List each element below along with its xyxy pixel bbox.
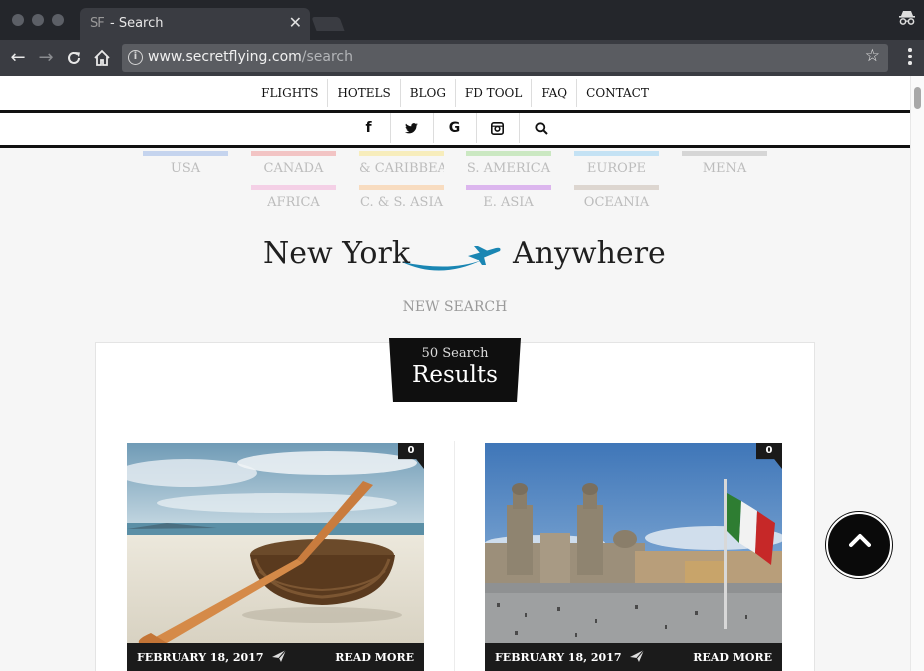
page-content: FLIGHTS HOTELS BLOG FD TOOL FAQ CONTACT f G U… (0, 76, 910, 671)
scroll-to-top-button[interactable] (826, 512, 892, 578)
results-count: 50 Search (421, 346, 489, 361)
nav-contact[interactable]: CONTACT (577, 79, 658, 107)
tab-close-icon[interactable]: ✕ (289, 13, 302, 32)
airplane-swoosh-icon (402, 246, 501, 271)
share-plane-icon[interactable] (272, 649, 287, 666)
region-caribbean[interactable]: & CARIBBEAN (359, 151, 444, 176)
card-footer: FEBRUARY 18, 2017 READ MORE (485, 643, 782, 671)
browser-toolbar: ← → i www.secretflying.com/search ☆ (0, 40, 924, 76)
route-origin: New York (263, 236, 410, 271)
back-arrow-icon[interactable]: ← (6, 46, 30, 70)
region-south-america[interactable]: S. AMERICA (466, 151, 551, 176)
region-africa[interactable]: AFRICA (251, 185, 336, 210)
region-central-south-asia[interactable]: C. & S. ASIA (359, 185, 444, 210)
basket-boat-beach-image[interactable] (127, 443, 424, 643)
google-icon[interactable]: G (434, 113, 477, 143)
route-heading: New York Anywhere (0, 236, 910, 286)
card-footer: FEBRUARY 18, 2017 READ MORE (127, 643, 424, 671)
region-mena[interactable]: MENA (682, 151, 767, 176)
browser-menu-icon[interactable] (908, 48, 912, 68)
incognito-icon (898, 10, 916, 30)
forward-arrow-icon[interactable]: → (34, 46, 58, 70)
nav-fd-tool[interactable]: FD TOOL (456, 79, 533, 107)
address-bar[interactable]: i www.secretflying.com/search ☆ (122, 44, 888, 72)
card-date: FEBRUARY 18, 2017 (495, 651, 622, 664)
nav-blog[interactable]: BLOG (401, 79, 456, 107)
results-title: Results (412, 362, 498, 388)
bookmark-star-icon[interactable]: ☆ (865, 46, 880, 66)
nav-faq[interactable]: FAQ (532, 79, 578, 107)
social-navigation: f G (0, 113, 910, 145)
twitter-icon[interactable] (391, 113, 434, 143)
region-east-asia[interactable]: E. ASIA (466, 185, 551, 210)
results-badge: 50 Search Results (389, 338, 521, 402)
new-search-link[interactable]: NEW SEARCH (0, 299, 910, 315)
tab-title: - Search (110, 16, 164, 31)
chevron-up-icon (849, 534, 871, 547)
window-zoom-dot[interactable] (52, 14, 64, 26)
url-text[interactable]: www.secretflying.com/search (148, 49, 353, 65)
browser-tab[interactable]: SF - Search ✕ (80, 8, 310, 40)
nav-flights[interactable]: FLIGHTS (252, 79, 329, 107)
region-usa[interactable]: USA (143, 151, 228, 176)
new-tab-button[interactable] (311, 17, 345, 31)
nav-hotels[interactable]: HOTELS (328, 79, 401, 107)
region-europe[interactable]: EUROPE (574, 151, 659, 176)
card-date: FEBRUARY 18, 2017 (137, 651, 264, 664)
scrollbar-thumb[interactable] (914, 87, 921, 109)
deal-card[interactable]: 0 FEBRUARY 18, 2017 READ MORE (127, 443, 424, 671)
mexico-city-cathedral-image[interactable] (485, 443, 782, 643)
region-oceania[interactable]: OCEANIA (574, 185, 659, 210)
column-divider (454, 441, 455, 671)
favicon-icon: SF (90, 16, 105, 31)
region-canada[interactable]: CANADA (251, 151, 336, 176)
share-plane-icon[interactable] (630, 649, 645, 666)
deal-card[interactable]: 0 FEBRUARY 18, 2017 READ MORE (485, 443, 782, 671)
read-more-link[interactable]: READ MORE (693, 651, 772, 664)
nav-divider-bottom (0, 145, 910, 148)
home-icon[interactable] (90, 46, 114, 70)
facebook-icon[interactable]: f (348, 113, 391, 143)
browser-titlebar: SF - Search ✕ (0, 0, 924, 40)
window-close-dot[interactable] (12, 14, 24, 26)
site-info-icon[interactable]: i (128, 50, 143, 65)
main-navigation: FLIGHTS HOTELS BLOG FD TOOL FAQ CONTACT (0, 76, 910, 110)
read-more-link[interactable]: READ MORE (335, 651, 414, 664)
reload-icon[interactable] (62, 46, 86, 70)
window-minimize-dot[interactable] (32, 14, 44, 26)
page-scrollbar[interactable] (910, 76, 924, 671)
search-icon[interactable] (520, 113, 563, 143)
route-destination: Anywhere (513, 236, 666, 271)
instagram-icon[interactable] (477, 113, 520, 143)
